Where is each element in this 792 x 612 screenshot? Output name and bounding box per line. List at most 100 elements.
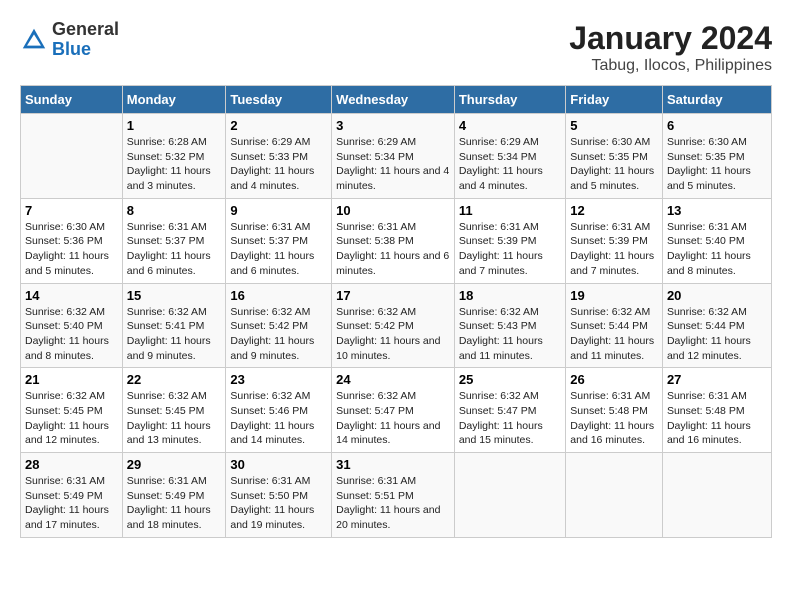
calendar-week-row: 14 Sunrise: 6:32 AM Sunset: 5:40 PM Dayli… <box>21 283 772 368</box>
calendar-table: SundayMondayTuesdayWednesdayThursdayFrid… <box>20 85 772 538</box>
column-header-wednesday: Wednesday <box>332 86 455 114</box>
day-info: Sunrise: 6:30 AM Sunset: 5:36 PM Dayligh… <box>25 220 118 279</box>
day-info: Sunrise: 6:31 AM Sunset: 5:48 PM Dayligh… <box>667 389 767 448</box>
day-number: 18 <box>459 288 561 303</box>
day-number: 15 <box>127 288 222 303</box>
day-info: Sunrise: 6:31 AM Sunset: 5:51 PM Dayligh… <box>336 474 450 533</box>
day-number: 20 <box>667 288 767 303</box>
calendar-week-row: 28 Sunrise: 6:31 AM Sunset: 5:49 PM Dayli… <box>21 453 772 538</box>
calendar-cell: 2Sunrise: 6:29 AM Sunset: 5:33 PM Daylig… <box>226 114 332 199</box>
day-info: Sunrise: 6:32 AM Sunset: 5:45 PM Dayligh… <box>127 389 222 448</box>
calendar-cell <box>662 453 771 538</box>
calendar-cell: 17 Sunrise: 6:32 AM Sunset: 5:42 PM Dayli… <box>332 283 455 368</box>
day-info: Sunrise: 6:32 AM Sunset: 5:42 PM Dayligh… <box>230 305 327 364</box>
day-number: 11 <box>459 203 561 218</box>
calendar-cell: 21Sunrise: 6:32 AM Sunset: 5:45 PM Dayli… <box>21 368 123 453</box>
calendar-cell: 6 Sunrise: 6:30 AM Sunset: 5:35 PM Daylig… <box>662 114 771 199</box>
calendar-cell: 20 Sunrise: 6:32 AM Sunset: 5:44 PM Dayli… <box>662 283 771 368</box>
calendar-cell: 30 Sunrise: 6:31 AM Sunset: 5:50 PM Dayli… <box>226 453 332 538</box>
page-subtitle: Tabug, Ilocos, Philippines <box>569 57 772 75</box>
calendar-cell: 29Sunrise: 6:31 AM Sunset: 5:49 PM Dayli… <box>122 453 226 538</box>
column-header-thursday: Thursday <box>454 86 565 114</box>
calendar-cell: 5 Sunrise: 6:30 AM Sunset: 5:35 PM Daylig… <box>566 114 663 199</box>
day-info: Sunrise: 6:31 AM Sunset: 5:38 PM Dayligh… <box>336 220 450 279</box>
day-info: Sunrise: 6:31 AM Sunset: 5:39 PM Dayligh… <box>459 220 561 279</box>
logo-text: General Blue <box>52 20 119 60</box>
day-number: 3 <box>336 118 450 133</box>
day-info: Sunrise: 6:31 AM Sunset: 5:49 PM Dayligh… <box>25 474 118 533</box>
day-info: Sunrise: 6:28 AM Sunset: 5:32 PM Dayligh… <box>127 135 222 194</box>
calendar-cell: 11 Sunrise: 6:31 AM Sunset: 5:39 PM Dayli… <box>454 198 565 283</box>
day-number: 25 <box>459 372 561 387</box>
day-number: 10 <box>336 203 450 218</box>
day-info: Sunrise: 6:32 AM Sunset: 5:47 PM Dayligh… <box>459 389 561 448</box>
calendar-cell: 13Sunrise: 6:31 AM Sunset: 5:40 PM Dayli… <box>662 198 771 283</box>
calendar-cell: 28 Sunrise: 6:31 AM Sunset: 5:49 PM Dayli… <box>21 453 123 538</box>
logo-icon <box>20 26 48 54</box>
day-number: 17 <box>336 288 450 303</box>
calendar-cell <box>21 114 123 199</box>
day-info: Sunrise: 6:31 AM Sunset: 5:39 PM Dayligh… <box>570 220 658 279</box>
calendar-header-row: SundayMondayTuesdayWednesdayThursdayFrid… <box>21 86 772 114</box>
day-info: Sunrise: 6:31 AM Sunset: 5:37 PM Dayligh… <box>230 220 327 279</box>
calendar-cell: 1 Sunrise: 6:28 AM Sunset: 5:32 PM Daylig… <box>122 114 226 199</box>
column-header-sunday: Sunday <box>21 86 123 114</box>
day-number: 31 <box>336 457 450 472</box>
calendar-cell: 26 Sunrise: 6:31 AM Sunset: 5:48 PM Dayli… <box>566 368 663 453</box>
day-number: 2 <box>230 118 327 133</box>
calendar-cell: 12Sunrise: 6:31 AM Sunset: 5:39 PM Dayli… <box>566 198 663 283</box>
calendar-cell: 10 Sunrise: 6:31 AM Sunset: 5:38 PM Dayli… <box>332 198 455 283</box>
column-header-saturday: Saturday <box>662 86 771 114</box>
day-number: 14 <box>25 288 118 303</box>
page-title: January 2024 <box>569 20 772 57</box>
day-info: Sunrise: 6:32 AM Sunset: 5:44 PM Dayligh… <box>570 305 658 364</box>
day-number: 21 <box>25 372 118 387</box>
calendar-cell: 9Sunrise: 6:31 AM Sunset: 5:37 PM Daylig… <box>226 198 332 283</box>
calendar-cell: 8 Sunrise: 6:31 AM Sunset: 5:37 PM Daylig… <box>122 198 226 283</box>
day-number: 7 <box>25 203 118 218</box>
day-info: Sunrise: 6:32 AM Sunset: 5:42 PM Dayligh… <box>336 305 450 364</box>
day-number: 5 <box>570 118 658 133</box>
calendar-cell: 15Sunrise: 6:32 AM Sunset: 5:41 PM Dayli… <box>122 283 226 368</box>
day-info: Sunrise: 6:29 AM Sunset: 5:34 PM Dayligh… <box>336 135 450 194</box>
day-info: Sunrise: 6:32 AM Sunset: 5:43 PM Dayligh… <box>459 305 561 364</box>
calendar-cell: 23 Sunrise: 6:32 AM Sunset: 5:46 PM Dayli… <box>226 368 332 453</box>
day-info: Sunrise: 6:32 AM Sunset: 5:44 PM Dayligh… <box>667 305 767 364</box>
day-number: 23 <box>230 372 327 387</box>
day-number: 6 <box>667 118 767 133</box>
day-info: Sunrise: 6:32 AM Sunset: 5:46 PM Dayligh… <box>230 389 327 448</box>
day-number: 28 <box>25 457 118 472</box>
calendar-cell: 4 Sunrise: 6:29 AM Sunset: 5:34 PM Daylig… <box>454 114 565 199</box>
day-number: 4 <box>459 118 561 133</box>
day-info: Sunrise: 6:31 AM Sunset: 5:48 PM Dayligh… <box>570 389 658 448</box>
column-header-tuesday: Tuesday <box>226 86 332 114</box>
day-info: Sunrise: 6:30 AM Sunset: 5:35 PM Dayligh… <box>667 135 767 194</box>
day-number: 1 <box>127 118 222 133</box>
calendar-cell: 19Sunrise: 6:32 AM Sunset: 5:44 PM Dayli… <box>566 283 663 368</box>
day-number: 29 <box>127 457 222 472</box>
day-info: Sunrise: 6:30 AM Sunset: 5:35 PM Dayligh… <box>570 135 658 194</box>
column-header-friday: Friday <box>566 86 663 114</box>
calendar-week-row: 7 Sunrise: 6:30 AM Sunset: 5:36 PM Daylig… <box>21 198 772 283</box>
calendar-cell: 16Sunrise: 6:32 AM Sunset: 5:42 PM Dayli… <box>226 283 332 368</box>
calendar-cell <box>566 453 663 538</box>
day-number: 27 <box>667 372 767 387</box>
calendar-cell: 22 Sunrise: 6:32 AM Sunset: 5:45 PM Dayli… <box>122 368 226 453</box>
page-header: General Blue January 2024 Tabug, Ilocos,… <box>20 20 772 75</box>
column-header-monday: Monday <box>122 86 226 114</box>
day-number: 22 <box>127 372 222 387</box>
day-info: Sunrise: 6:29 AM Sunset: 5:34 PM Dayligh… <box>459 135 561 194</box>
day-number: 8 <box>127 203 222 218</box>
calendar-cell: 27 Sunrise: 6:31 AM Sunset: 5:48 PM Dayli… <box>662 368 771 453</box>
calendar-cell: 31 Sunrise: 6:31 AM Sunset: 5:51 PM Dayli… <box>332 453 455 538</box>
calendar-cell <box>454 453 565 538</box>
calendar-week-row: 21 Sunrise: 6:32 AM Sunset: 5:45 PM Dayli… <box>21 368 772 453</box>
day-number: 30 <box>230 457 327 472</box>
day-number: 13 <box>667 203 767 218</box>
day-info: Sunrise: 6:32 AM Sunset: 5:40 PM Dayligh… <box>25 305 118 364</box>
calendar-cell: 7 Sunrise: 6:30 AM Sunset: 5:36 PM Daylig… <box>21 198 123 283</box>
day-info: Sunrise: 6:31 AM Sunset: 5:37 PM Dayligh… <box>127 220 222 279</box>
day-number: 26 <box>570 372 658 387</box>
title-block: January 2024 Tabug, Ilocos, Philippines <box>569 20 772 75</box>
day-info: Sunrise: 6:31 AM Sunset: 5:50 PM Dayligh… <box>230 474 327 533</box>
